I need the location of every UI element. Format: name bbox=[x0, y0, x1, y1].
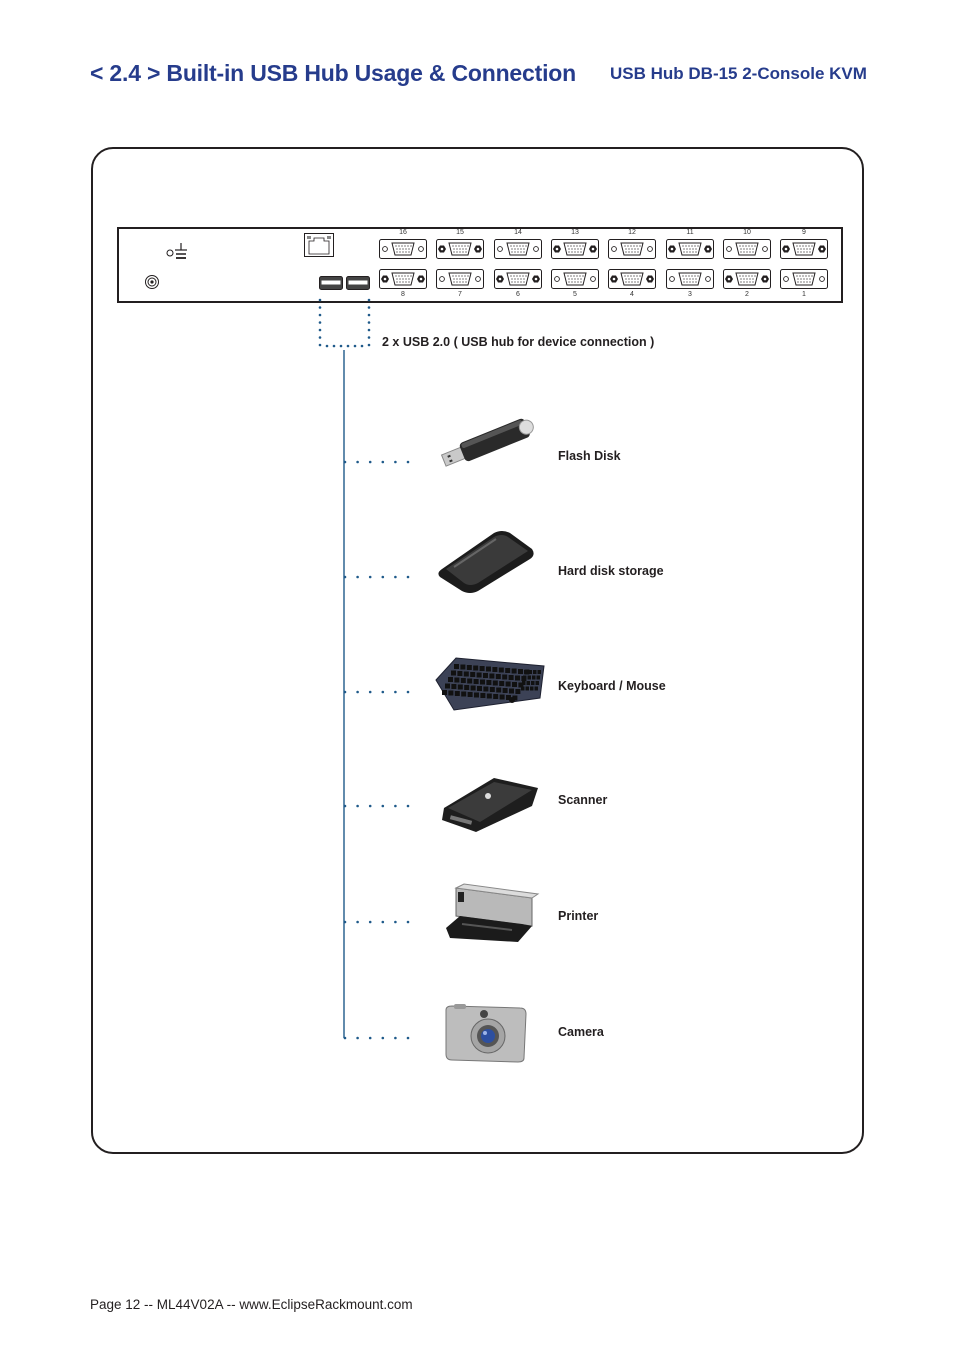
section-title: < 2.4 > Built-in USB Hub Usage & Connect… bbox=[90, 60, 576, 86]
port-number-label: 1 bbox=[802, 291, 806, 298]
port-number-label: 10 bbox=[743, 229, 751, 236]
hard-disk-icon bbox=[432, 527, 542, 597]
port-number-label: 15 bbox=[456, 229, 464, 236]
vga-port-9[interactable] bbox=[780, 239, 828, 259]
vga-port-13[interactable] bbox=[551, 239, 599, 259]
port-number-label: 8 bbox=[401, 291, 405, 298]
device-label: Keyboard / Mouse bbox=[558, 679, 666, 693]
vga-port-1[interactable] bbox=[780, 269, 828, 289]
port-number-label: 14 bbox=[514, 229, 522, 236]
device-label: Camera bbox=[558, 1025, 604, 1039]
vga-port-16[interactable] bbox=[379, 239, 427, 259]
port-number-label: 7 bbox=[458, 291, 462, 298]
page-footer: Page 12 -- ML44V02A -- www.EclipseRackmo… bbox=[90, 1297, 413, 1312]
vga-port-12[interactable] bbox=[608, 239, 656, 259]
vga-port-14[interactable] bbox=[494, 239, 542, 259]
port-number-label: 9 bbox=[802, 229, 806, 236]
vga-port-10[interactable] bbox=[723, 239, 771, 259]
port-number-label: 13 bbox=[571, 229, 579, 236]
vga-port-4[interactable] bbox=[608, 269, 656, 289]
device-label: Flash Disk bbox=[558, 449, 621, 463]
device-label: Hard disk storage bbox=[558, 564, 664, 578]
usb-port-icon[interactable] bbox=[319, 276, 343, 290]
usb-port-icon[interactable] bbox=[346, 276, 370, 290]
vga-port-3[interactable] bbox=[666, 269, 714, 289]
camera-icon bbox=[440, 1002, 530, 1066]
port-number-label: 6 bbox=[516, 291, 520, 298]
port-number-label: 4 bbox=[630, 291, 634, 298]
port-number-label: 11 bbox=[686, 229, 694, 236]
device-label: Scanner bbox=[558, 793, 608, 807]
port-number-label: 5 bbox=[573, 291, 577, 298]
rj45-port-icon[interactable] bbox=[304, 233, 334, 257]
vga-port-5[interactable] bbox=[551, 269, 599, 289]
vga-port-7[interactable] bbox=[436, 269, 484, 289]
vga-port-15[interactable] bbox=[436, 239, 484, 259]
vga-port-2[interactable] bbox=[723, 269, 771, 289]
port-number-label: 3 bbox=[688, 291, 692, 298]
device-label: Printer bbox=[558, 909, 599, 923]
port-number-label: 12 bbox=[628, 229, 636, 236]
product-subtitle: USB Hub DB-15 2-Console KVM bbox=[610, 64, 867, 83]
vga-port-11[interactable] bbox=[666, 239, 714, 259]
vga-port-6[interactable] bbox=[494, 269, 542, 289]
bnc-connector-icon bbox=[144, 274, 160, 290]
usb-hub-label: 2 x USB 2.0 ( USB hub for device connect… bbox=[382, 335, 655, 349]
keyboard-icon bbox=[428, 652, 548, 712]
vga-port-8[interactable] bbox=[379, 269, 427, 289]
printer-icon bbox=[442, 880, 542, 950]
scanner-icon bbox=[436, 768, 546, 838]
flash-disk-icon bbox=[432, 412, 542, 472]
ground-icon bbox=[166, 240, 190, 262]
port-number-label: 16 bbox=[399, 229, 407, 236]
port-number-label: 2 bbox=[745, 291, 749, 298]
